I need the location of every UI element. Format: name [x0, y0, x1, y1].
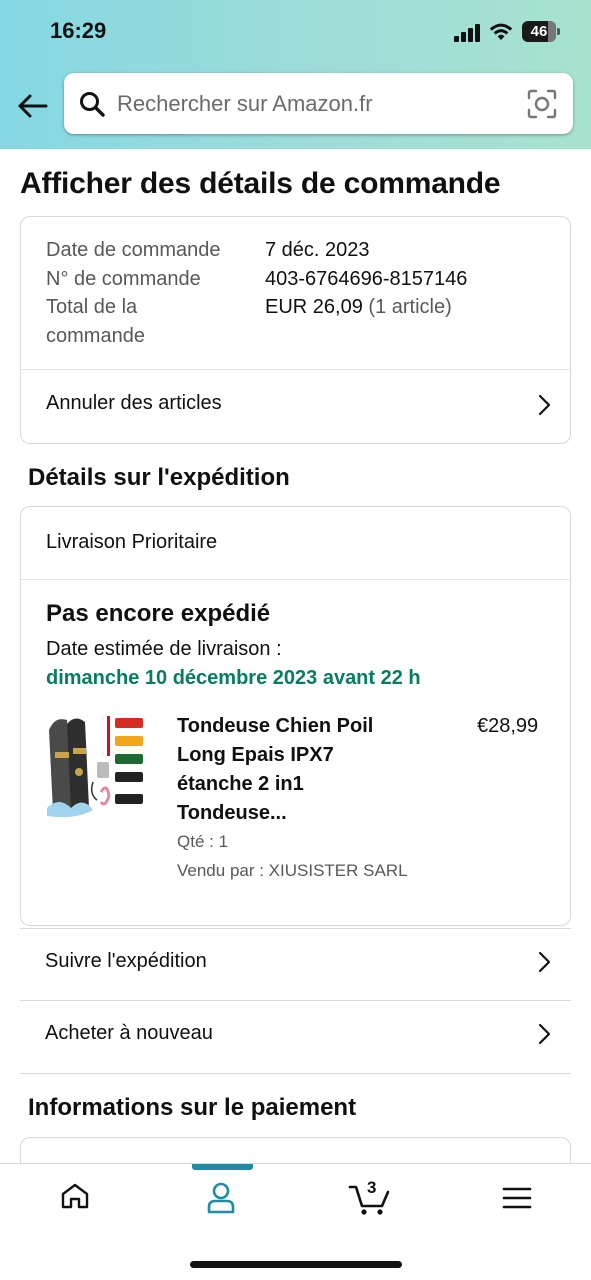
- shipping-section-title: Détails sur l'expédition: [28, 464, 290, 491]
- cancel-items-label: Annuler des articles: [46, 392, 222, 414]
- product-quantity: Qté : 1: [177, 832, 229, 851]
- account-icon: [207, 1182, 235, 1214]
- order-number-value: 403-6764696-8157146: [265, 268, 468, 290]
- cellular-signal-icon: [454, 24, 482, 42]
- menu-icon: [502, 1187, 532, 1209]
- shipment-status: Pas encore expédié: [46, 600, 271, 627]
- back-arrow-icon[interactable]: [14, 88, 50, 124]
- product-title-line: Tondeuse...: [177, 802, 287, 824]
- header: 16:29 46: [0, 0, 591, 149]
- chevron-right-icon: [538, 951, 551, 973]
- order-number-label: N° de commande: [46, 268, 201, 290]
- order-total-amount: EUR 26,09: [265, 296, 363, 318]
- shipment-card: Livraison Prioritaire Pas encore expédié…: [20, 506, 571, 926]
- battery-level: 46: [530, 23, 548, 40]
- battery-icon: 46: [522, 21, 560, 42]
- chevron-right-icon: [538, 1023, 551, 1045]
- track-shipment-row[interactable]: Suivre l'expédition: [20, 929, 571, 1001]
- product-price: €28,99: [477, 715, 539, 737]
- tab-menu[interactable]: [444, 1164, 591, 1234]
- buy-again-label: Acheter à nouveau: [45, 1022, 213, 1044]
- search-input[interactable]: [117, 88, 517, 120]
- product-title[interactable]: Tondeuse Chien Poil Long Epais IPX7 étan…: [177, 712, 417, 828]
- bottom-tab-bar: 3: [0, 1163, 591, 1280]
- cancel-items-row[interactable]: Annuler des articles: [21, 370, 570, 444]
- track-shipment-label: Suivre l'expédition: [45, 950, 207, 972]
- estimated-delivery-date: dimanche 10 décembre 2023 avant 22 h: [46, 667, 421, 689]
- product-title-line: étanche 2 in1: [177, 773, 304, 795]
- divider: [20, 1073, 571, 1074]
- order-summary-card: Date de commande 7 déc. 2023 N° de comma…: [20, 216, 571, 444]
- home-icon: [61, 1183, 89, 1209]
- chevron-right-icon: [538, 394, 551, 416]
- home-indicator: [190, 1261, 402, 1268]
- delivery-type: Livraison Prioritaire: [46, 531, 218, 553]
- order-date-label: Date de commande: [46, 239, 221, 261]
- order-total-items: (1 article): [368, 296, 452, 318]
- order-total-label-line1: Total de la: [46, 296, 138, 318]
- product-title-line: Long Epais IPX7: [177, 744, 334, 766]
- tab-cart[interactable]: [296, 1164, 444, 1234]
- tab-home[interactable]: [0, 1164, 148, 1234]
- order-total-label-line2: commande: [46, 325, 145, 347]
- product-title-line: Tondeuse Chien Poil: [177, 715, 374, 737]
- buy-again-row[interactable]: Acheter à nouveau: [20, 1001, 571, 1073]
- search-bar[interactable]: [64, 73, 573, 134]
- product-seller: Vendu par : XIUSISTER SARL: [177, 861, 408, 880]
- wifi-icon: [489, 23, 513, 40]
- tab-account[interactable]: [148, 1164, 296, 1234]
- divider: [21, 579, 570, 580]
- search-icon: [80, 92, 105, 117]
- order-date-value: 7 déc. 2023: [265, 239, 370, 261]
- estimated-delivery-label: Date estimée de livraison :: [46, 638, 282, 660]
- camera-scan-icon[interactable]: [527, 89, 557, 119]
- status-time: 16:29: [50, 18, 107, 43]
- page-title: Afficher des détails de commande: [20, 167, 501, 200]
- order-total-value: EUR 26,09 (1 article): [265, 296, 452, 319]
- product-image[interactable]: [45, 712, 155, 822]
- cart-count-badge: 3: [367, 1178, 377, 1197]
- payment-section-title: Informations sur le paiement: [28, 1094, 357, 1121]
